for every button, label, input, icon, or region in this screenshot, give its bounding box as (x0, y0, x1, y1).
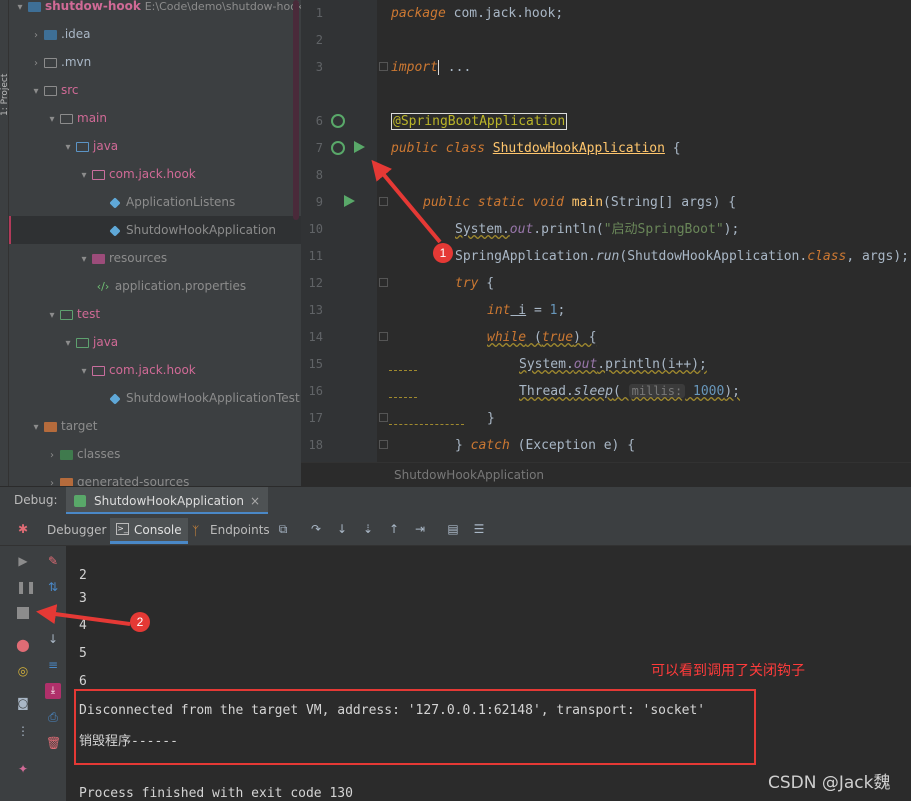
annotation-badge-2: 2 (130, 612, 150, 632)
arrow-to-run-icon (371, 159, 442, 244)
arrow-to-stop-icon (36, 604, 131, 626)
watermark: CSDN @Jack魏 (768, 773, 891, 793)
annotation-badge-1: 1 (433, 243, 453, 263)
annotation-arrows (36, 159, 442, 626)
